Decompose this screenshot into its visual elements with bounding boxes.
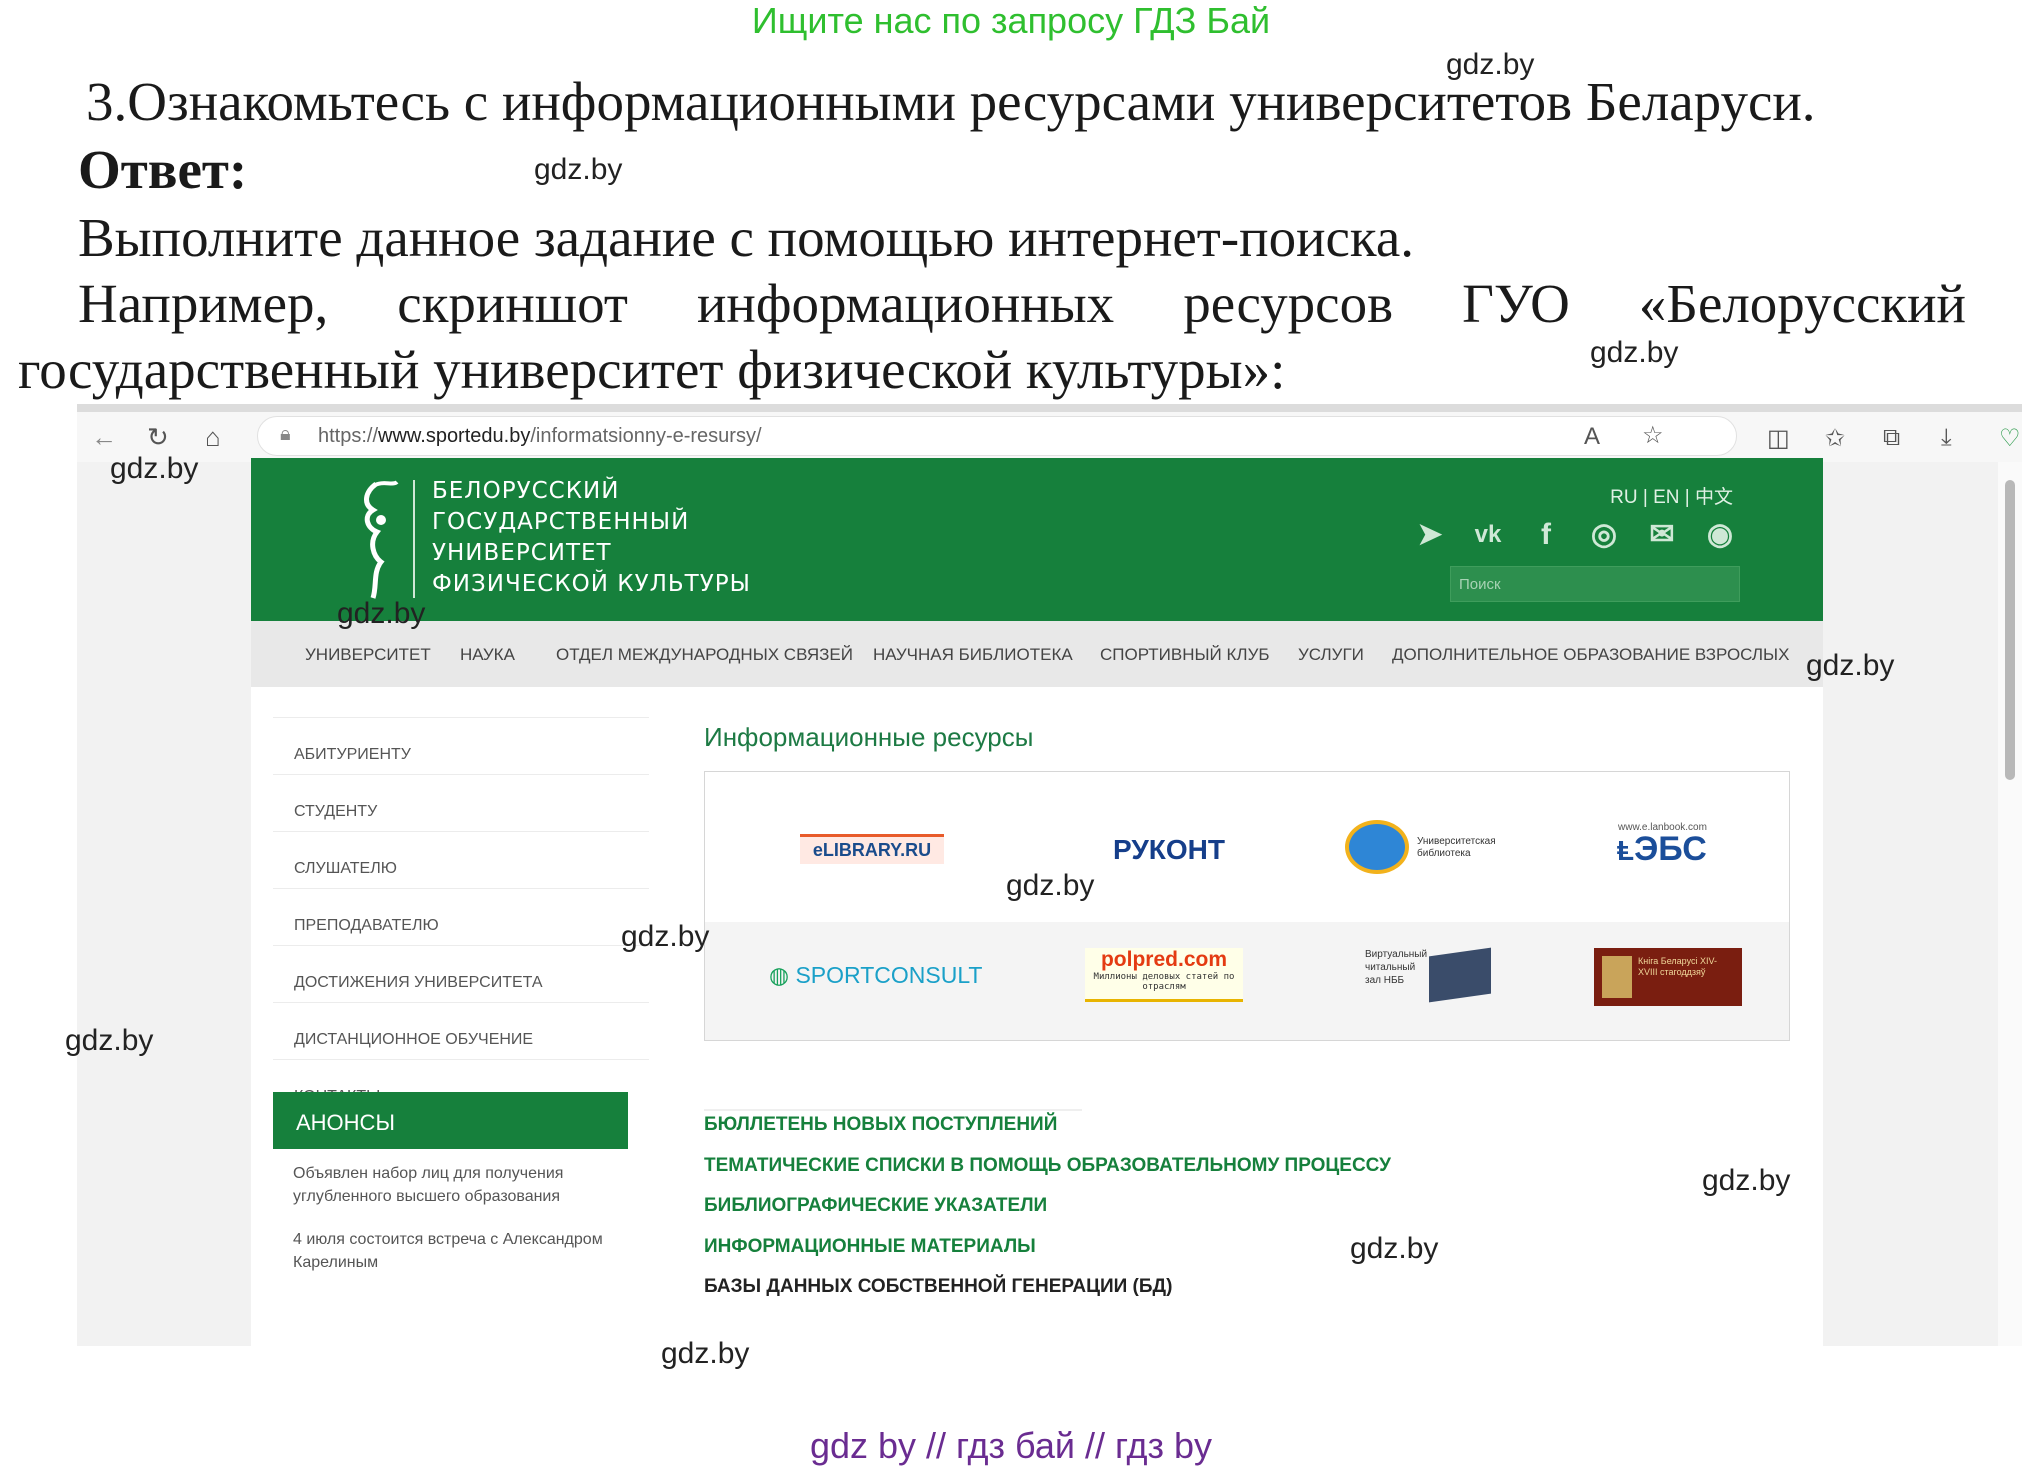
word: Например, (78, 273, 329, 334)
elibrary-logo[interactable]: eLIBRARY.RU (800, 834, 944, 864)
main-menu: УНИВЕРСИТЕТ НАУКА ОТДЕЛ МЕЖДУНАРОДНЫХ СВ… (251, 621, 1823, 687)
menu-item-university[interactable]: УНИВЕРСИТЕТ (305, 645, 431, 665)
promo-banner: Ищите нас по запросу ГДЗ Бай (751, 0, 1271, 41)
page-title: Информационные ресурсы (704, 722, 1034, 752)
word: ресурсов (1183, 273, 1394, 334)
link-databases[interactable]: БАЗЫ ДАННЫХ СОБСТВЕННОЙ ГЕНЕРАЦИИ (БД) (704, 1276, 1172, 1298)
sidebar-item[interactable]: СТУДЕНТУ (273, 774, 649, 831)
announcement-item[interactable]: 4 июля состоится встреча с Александром К… (293, 1228, 638, 1274)
watermark: gdz.by (110, 452, 199, 485)
address-bar-row: ← ↻ ⌂ 🔒︎ https://www.sportedu.by/informa… (77, 412, 2022, 462)
home-icon[interactable]: ⌂ (205, 422, 221, 453)
split-screen-icon[interactable]: ◫ (1767, 424, 1790, 453)
telegram-icon[interactable]: ➤ (1411, 516, 1449, 554)
watermark: gdz.by (1590, 336, 1679, 369)
page-scrollbar[interactable] (1998, 462, 2022, 1346)
downloads-icon[interactable]: ⤓ (1941, 424, 1952, 452)
watermark: gdz.by (534, 153, 623, 186)
read-aloud-icon[interactable]: A (1584, 423, 1600, 451)
facebook-icon[interactable]: f (1527, 516, 1565, 554)
favorites-icon[interactable]: ✩ (1825, 424, 1845, 453)
watermark: gdz.by (337, 597, 426, 630)
address-bar[interactable]: 🔒︎ https://www.sportedu.by/informatsionn… (257, 416, 1737, 456)
answer-line-1: Выполните данное задание с помощью интер… (78, 207, 1414, 268)
laptop-icon (1429, 947, 1491, 1003)
visually-impaired-icon[interactable]: ◉ (1701, 516, 1739, 554)
browser-essentials-icon[interactable]: ♡ (1999, 424, 2021, 453)
site-search-input[interactable]: Поиск (1450, 566, 1740, 602)
url-text: https://www.sportedu.by/informatsionny-e… (318, 425, 762, 447)
word: скриншот (397, 273, 628, 334)
sidebar-item[interactable]: ДОСТИЖЕНИЯ УНИВЕРСИТЕТА (273, 945, 649, 1002)
menu-item-international[interactable]: ОТДЕЛ МЕЖДУНАРОДНЫХ СВЯЗЕЙ (556, 645, 853, 665)
watermark: gdz.by (1702, 1164, 1791, 1197)
mail-icon[interactable]: ✉ (1643, 516, 1681, 554)
university-name[interactable]: БЕЛОРУССКИЙ ГОСУДАРСТВЕННЫЙ УНИВЕРСИТЕТ … (432, 476, 751, 600)
watermark: gdz.by (661, 1337, 750, 1370)
sportconsult-mark-icon: ◍ (769, 962, 796, 988)
sidebar-item[interactable]: АБИТУРИЕНТУ (273, 717, 649, 774)
watermark: gdz.by (1350, 1232, 1439, 1265)
menu-item-adult-education[interactable]: ДОПОЛНИТЕЛЬНОЕ ОБРАЗОВАНИЕ ВЗРОСЛЫХ (1392, 645, 1789, 665)
scrollbar-thumb[interactable] (2005, 480, 2015, 780)
collections-icon[interactable]: ⧉ (1883, 424, 1900, 452)
kniga-belarusi-logo[interactable]: Кніга Беларусі XIV-XVIII стагоддзяў (1594, 948, 1742, 1006)
back-icon[interactable]: ← (91, 422, 117, 453)
announcements-header: АНОНСЫ (273, 1092, 628, 1149)
task-title: 3.Ознакомьтесь с информационными ресурса… (86, 71, 1816, 132)
lanbook-mark-icon: Ⱡ (1617, 835, 1635, 866)
refresh-icon[interactable]: ↻ (147, 422, 169, 453)
menu-item-services[interactable]: УСЛУГИ (1298, 645, 1364, 665)
sidebar-item[interactable]: ПРЕПОДАВАТЕЛЮ (273, 888, 649, 945)
logo-divider (413, 480, 415, 598)
polpred-logo[interactable]: polpred.com Миллионы деловых статей по о… (1085, 948, 1243, 1002)
menu-item-sports-club[interactable]: СПОРТИВНЫЙ КЛУБ (1100, 645, 1270, 665)
link-info-materials[interactable]: ИНФОРМАЦИОННЫЕ МАТЕРИАЛЫ (704, 1236, 1036, 1258)
lock-icon: 🔒︎ (280, 423, 291, 445)
university-emblem-icon (364, 480, 399, 599)
sidebar-item[interactable]: СЛУШАТЕЛЮ (273, 831, 649, 888)
watermark: gdz.by (621, 920, 710, 953)
watermark: gdz.by (65, 1024, 154, 1057)
footer-links: gdz by // гдз бай // гдз by (809, 1425, 1213, 1466)
link-bibliographic[interactable]: БИБЛИОГРАФИЧЕСКИЕ УКАЗАТЕЛИ (704, 1195, 1047, 1217)
word: информационных (696, 273, 1115, 334)
link-thematic-lists[interactable]: ТЕМАТИЧЕСКИЕ СПИСКИ В ПОМОЩЬ ОБРАЗОВАТЕЛ… (704, 1155, 1391, 1177)
answer-label: Ответ: (78, 139, 248, 200)
social-links: ➤ vk f ◎ ✉ ◉ (1411, 516, 1739, 554)
answer-line-3: государственный университет физической к… (18, 339, 1286, 400)
link-bulletin[interactable]: БЮЛЛЕТЕНЬ НОВЫХ ПОСТУПЛЕНИЙ (704, 1114, 1057, 1136)
word: «Белорусский (1638, 273, 1966, 334)
university-library-logo[interactable]: Университетская библиотека (1417, 836, 1507, 860)
menu-item-library[interactable]: НАУЧНАЯ БИБЛИОТЕКА (873, 645, 1073, 665)
tab-strip (77, 404, 2022, 412)
sidebar-item[interactable]: ДИСТАНЦИОННОЕ ОБУЧЕНИЕ (273, 1002, 649, 1059)
sportconsult-logo[interactable]: ◍ SPORTCONSULT (769, 962, 982, 989)
virtual-reading-room-logo[interactable]: Виртуальный читальный зал НББ (1365, 947, 1495, 1004)
favorite-star-icon[interactable]: ☆ (1642, 421, 1664, 450)
watermark: gdz.by (1446, 48, 1535, 81)
watermark: gdz.by (1006, 869, 1095, 902)
instagram-icon[interactable]: ◎ (1585, 516, 1623, 554)
word: ГУО (1462, 273, 1570, 334)
rukont-logo[interactable]: РУКОНТ (1103, 814, 1235, 886)
ebs-logo[interactable]: ⱠЭБС (1617, 830, 1707, 869)
watermark: gdz.by (1806, 649, 1895, 682)
site-header: БЕЛОРУССКИЙ ГОСУДАРСТВЕННЫЙ УНИВЕРСИТЕТ … (251, 458, 1823, 621)
divider (704, 1109, 1082, 1111)
book-cover-icon (1602, 956, 1632, 998)
answer-line-2: Например, скриншот информационных ресурс… (78, 272, 1966, 335)
resource-logos: eLIBRARY.RU РУКОНТ Университетская библи… (704, 771, 1790, 1041)
vk-icon[interactable]: vk (1469, 516, 1507, 554)
announcement-item[interactable]: Объявлен набор лиц для получения углубле… (293, 1162, 638, 1208)
language-switcher[interactable]: RU | EN | 中文 (1610, 482, 1733, 509)
university-library-logo-icon[interactable] (1345, 820, 1409, 874)
menu-item-science[interactable]: НАУКА (460, 645, 515, 665)
